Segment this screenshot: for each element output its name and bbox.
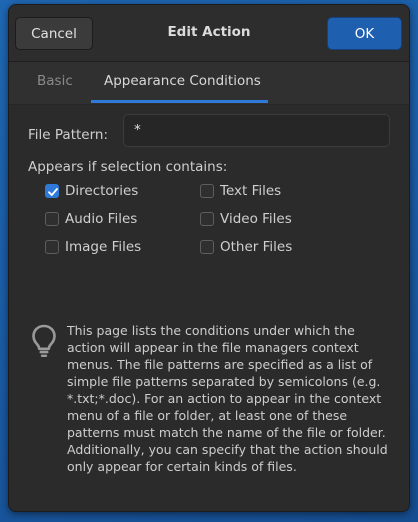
dialog-header: Cancel Edit Action OK [9,5,409,62]
info-text: This page lists the conditions under whi… [67,323,388,474]
dialog-content: Basic Appearance Conditions File Pattern… [9,62,409,511]
checkbox-directories-label: Directories [65,183,139,199]
checkbox-directories-box[interactable] [45,184,59,198]
lightbulb-icon [32,324,56,357]
checkbox-audio-files-label: Audio Files [65,211,138,227]
checkbox-text-files-label: Text Files [220,183,282,199]
checkbox-image-files-label: Image Files [65,239,142,255]
tab-basic[interactable]: Basic [37,73,73,89]
active-tab-indicator [91,100,268,103]
file-pattern-input[interactable]: * [123,114,390,147]
file-pattern-label: File Pattern: [28,127,108,143]
checkbox-video-files[interactable]: Video Files [200,211,292,227]
edit-action-dialog: Cancel Edit Action OK Basic Appearance C… [8,4,410,512]
checkbox-text-files[interactable]: Text Files [200,183,281,199]
checkbox-other-files-box[interactable] [200,240,214,254]
ok-button[interactable]: OK [327,17,402,50]
selection-contains-label: Appears if selection contains: [28,159,228,175]
checkbox-directories[interactable]: Directories [45,183,138,199]
tab-appearance-conditions[interactable]: Appearance Conditions [104,73,261,89]
checkbox-video-files-box[interactable] [200,212,214,226]
checkbox-other-files[interactable]: Other Files [200,239,292,255]
checkbox-image-files-box[interactable] [45,240,59,254]
checkbox-audio-files[interactable]: Audio Files [45,211,137,227]
checkbox-other-files-label: Other Files [220,239,293,255]
tab-bar: Basic Appearance Conditions [9,62,409,105]
checkmark-icon [48,188,58,196]
checkbox-audio-files-box[interactable] [45,212,59,226]
checkbox-video-files-label: Video Files [220,211,292,227]
checkbox-text-files-box[interactable] [200,184,214,198]
checkbox-image-files[interactable]: Image Files [45,239,141,255]
